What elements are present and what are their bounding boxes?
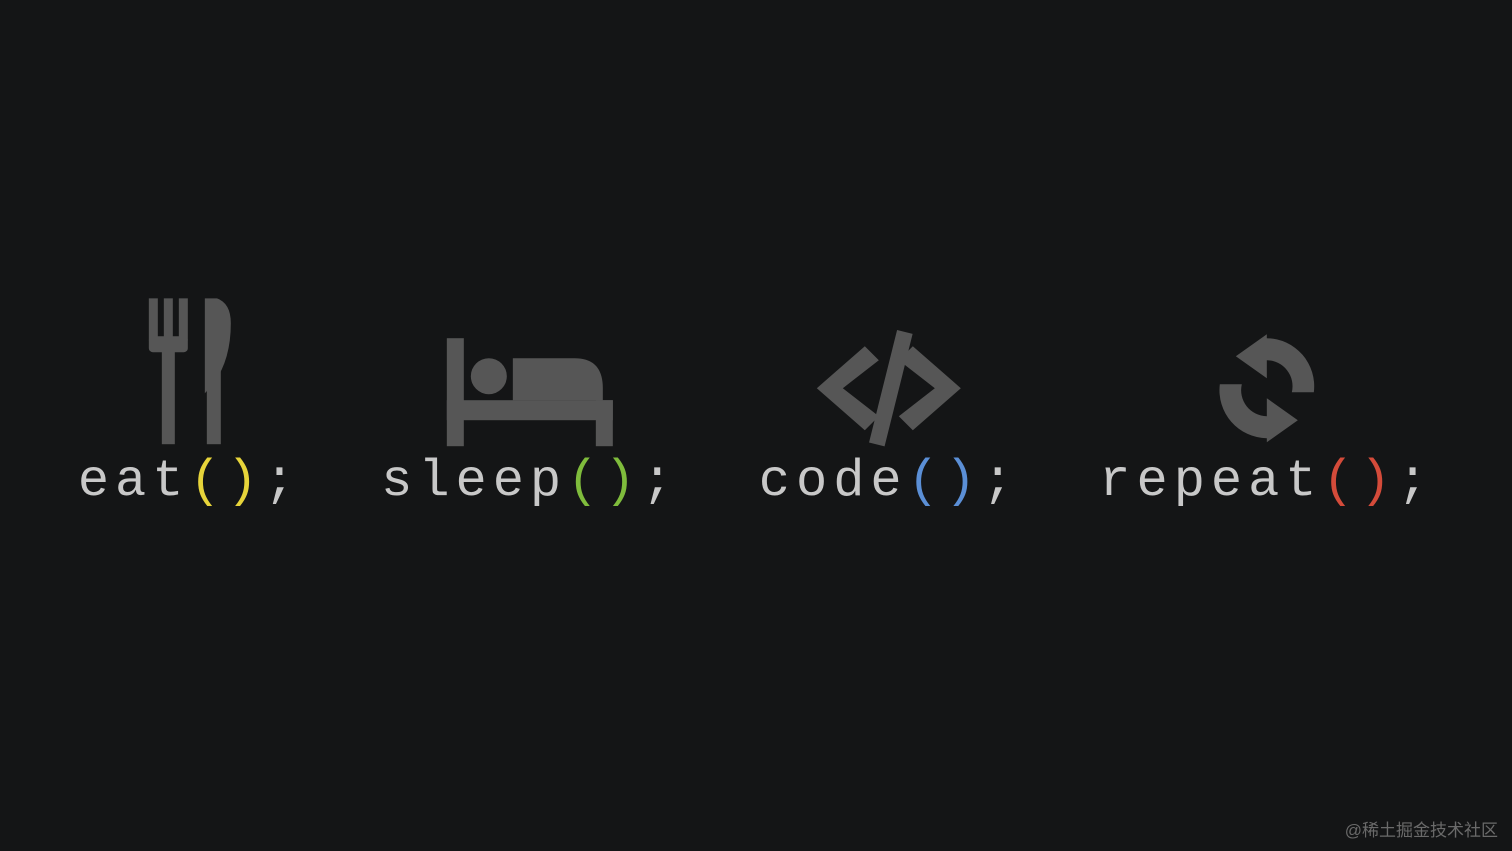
label-code: code();	[759, 452, 1019, 511]
word-text: sleep	[381, 452, 567, 511]
label-repeat: repeat();	[1099, 452, 1434, 511]
item-repeat: repeat();	[1099, 298, 1434, 511]
paren-close: )	[1360, 452, 1397, 511]
semicolon: ;	[642, 452, 679, 511]
utensils-icon	[134, 298, 244, 448]
item-sleep: sleep();	[381, 298, 679, 511]
label-eat: eat();	[78, 452, 301, 511]
refresh-icon	[1202, 298, 1332, 448]
item-code: code();	[759, 298, 1019, 511]
paren-close: )	[227, 452, 264, 511]
item-eat: eat();	[78, 298, 301, 511]
bed-icon	[445, 298, 615, 448]
word-text: code	[759, 452, 908, 511]
paren-close: )	[945, 452, 982, 511]
paren-open: (	[189, 452, 226, 511]
semicolon: ;	[1397, 452, 1434, 511]
mantra-row: eat(); sleep();	[78, 298, 1434, 511]
code-icon	[809, 298, 969, 448]
paren-open: (	[1323, 452, 1360, 511]
word-text: eat	[78, 452, 190, 511]
paren-open: (	[908, 452, 945, 511]
paren-close: )	[604, 452, 641, 511]
semicolon: ;	[982, 452, 1019, 511]
paren-open: (	[567, 452, 604, 511]
word-text: repeat	[1099, 452, 1322, 511]
semicolon: ;	[264, 452, 301, 511]
label-sleep: sleep();	[381, 452, 679, 511]
watermark: @稀土掘金技术社区	[1345, 816, 1498, 841]
